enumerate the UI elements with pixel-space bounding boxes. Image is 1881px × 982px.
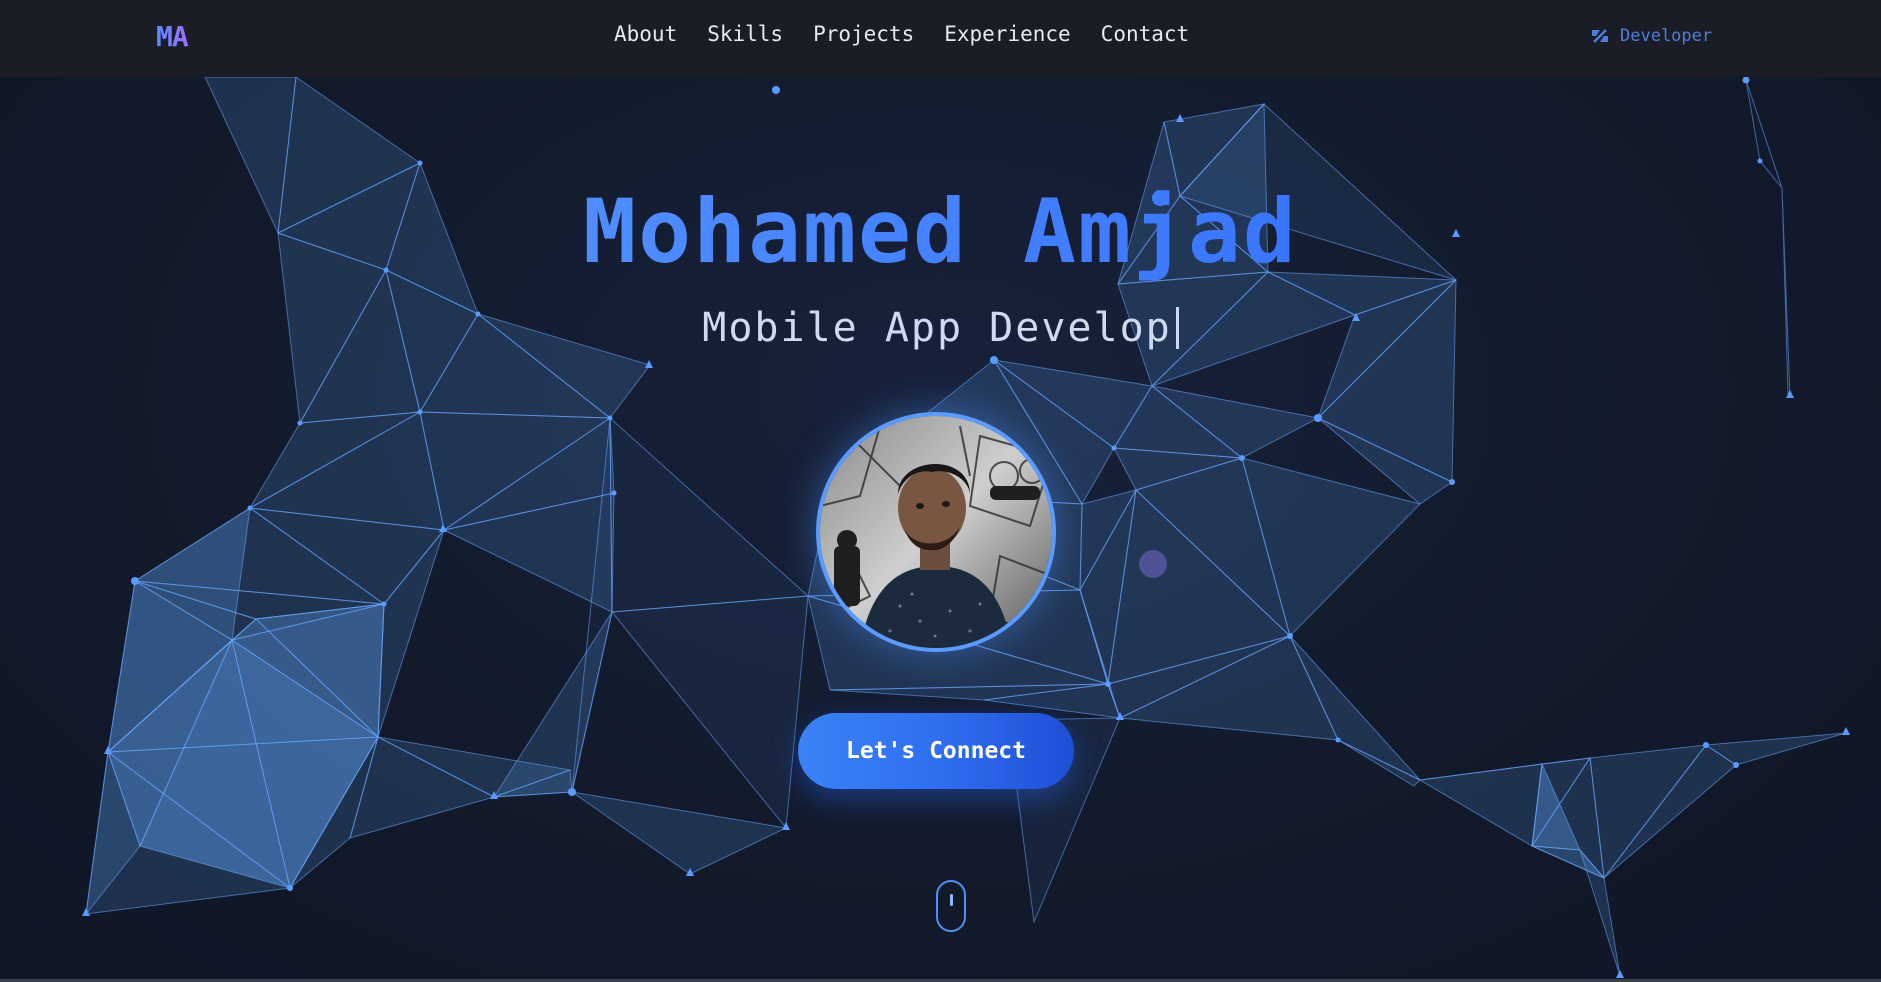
code-brackets-icon bbox=[1590, 26, 1610, 46]
nav-link-about[interactable]: About bbox=[614, 22, 677, 46]
nav-links: About Skills Projects Experience Contact bbox=[614, 22, 1189, 46]
mouse-scroll-icon[interactable] bbox=[936, 880, 966, 932]
nav-link-experience[interactable]: Experience bbox=[944, 22, 1070, 46]
nav-link-projects[interactable]: Projects bbox=[813, 22, 914, 46]
site-logo[interactable]: MA bbox=[156, 20, 189, 53]
nav-link-skills[interactable]: Skills bbox=[707, 22, 783, 46]
mouse-scroll-wheel bbox=[950, 894, 953, 906]
top-navbar: MA About Skills Projects Experience Cont… bbox=[0, 0, 1881, 77]
portfolio-page: MA About Skills Projects Experience Cont… bbox=[0, 0, 1881, 982]
hero-role-typing: Mobile App Develop bbox=[0, 305, 1881, 351]
nav-link-contact[interactable]: Contact bbox=[1101, 22, 1190, 46]
hero-role-text: Mobile App Develop bbox=[702, 305, 1172, 351]
profile-avatar bbox=[816, 412, 1056, 652]
developer-badge-label: Developer bbox=[1620, 26, 1713, 46]
lets-connect-button[interactable]: Let's Connect bbox=[798, 713, 1074, 789]
hero-name-heading: Mohamed Amjad bbox=[0, 180, 1881, 283]
developer-badge[interactable]: Developer bbox=[1590, 26, 1712, 46]
typing-caret bbox=[1175, 307, 1179, 349]
